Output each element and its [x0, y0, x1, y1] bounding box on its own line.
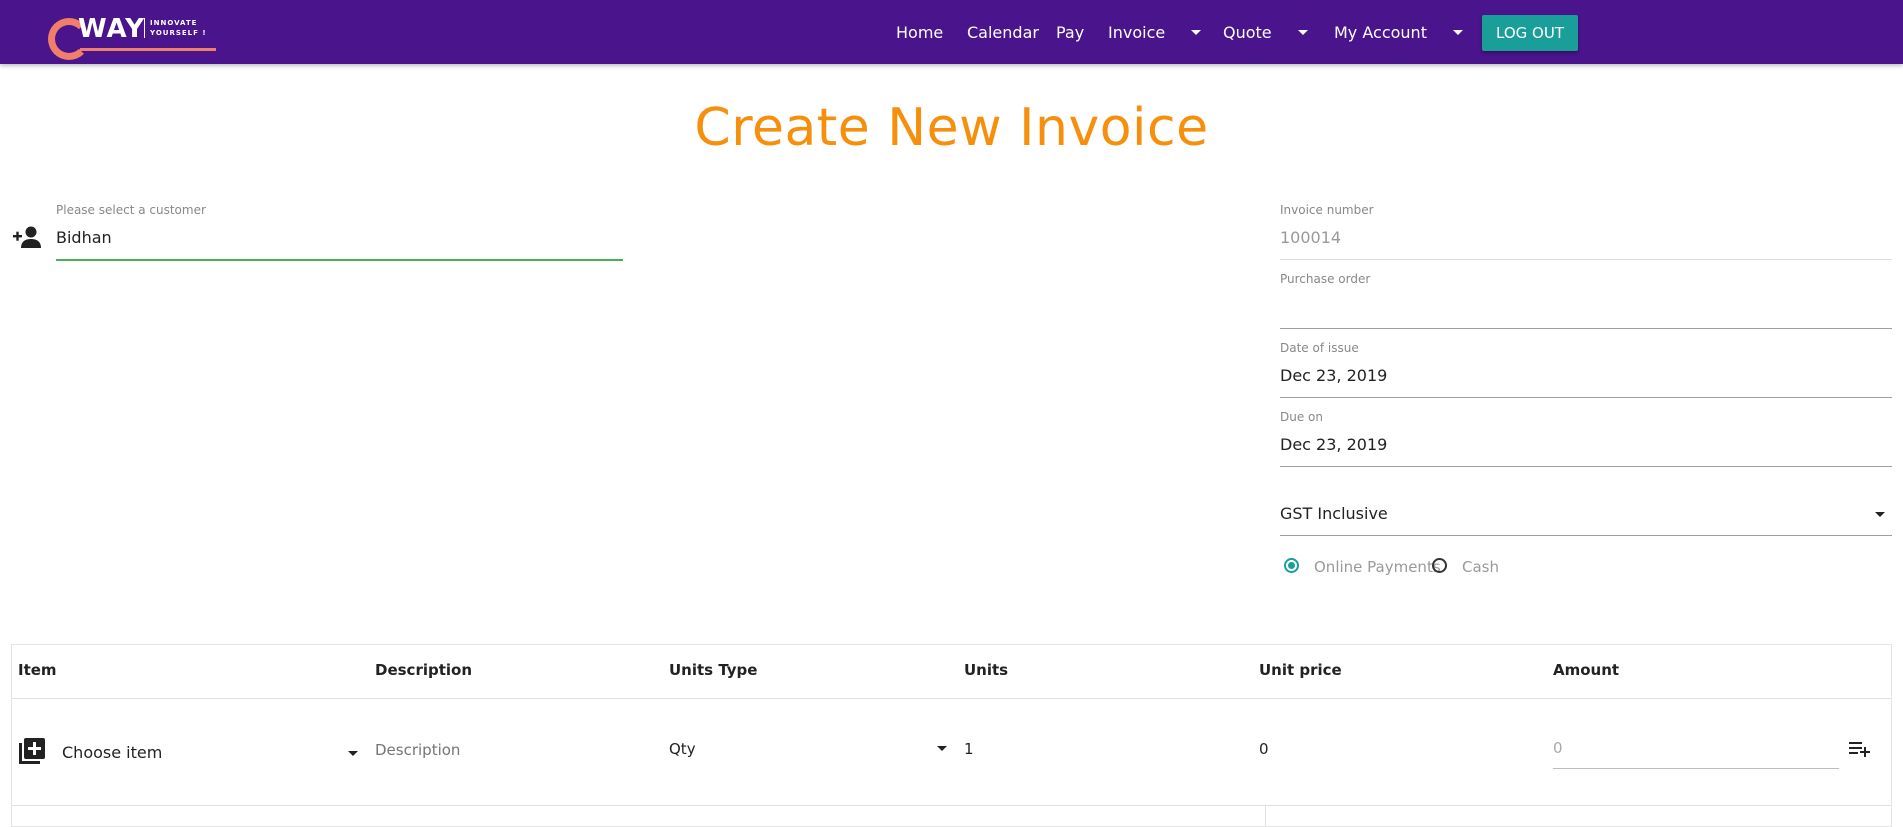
due-on-underline: [1280, 466, 1892, 467]
playlist-add-icon[interactable]: [1849, 741, 1871, 757]
chevron-down-icon[interactable]: [1875, 512, 1885, 517]
purchase-order-label: Purchase order: [1280, 272, 1371, 286]
cash-label[interactable]: Cash: [1462, 558, 1499, 576]
column-header-units-type: Units Type: [669, 661, 758, 679]
date-of-issue-underline: [1280, 397, 1892, 398]
top-navbar: WAY INNOVATE YOURSELF ! Home Calendar Pa…: [0, 0, 1903, 64]
totals-divider: [1265, 805, 1266, 827]
due-on-field[interactable]: Dec 23, 2019: [1280, 435, 1387, 454]
table-header-divider: [11, 698, 1892, 699]
invoice-number-underline: [1280, 259, 1892, 260]
chevron-down-icon[interactable]: [937, 746, 947, 751]
page-title: Create New Invoice: [694, 98, 1209, 158]
cash-radio[interactable]: [1432, 558, 1447, 573]
date-of-issue-field[interactable]: Dec 23, 2019: [1280, 366, 1387, 385]
customer-field-label: Please select a customer: [56, 203, 206, 217]
chevron-down-icon: [1191, 29, 1202, 35]
nav-invoice[interactable]: Invoice: [1108, 0, 1202, 64]
unit-price-field[interactable]: 0: [1259, 740, 1269, 758]
due-on-label: Due on: [1280, 410, 1323, 424]
chevron-down-icon: [1452, 29, 1463, 35]
amount-underline: [1553, 768, 1839, 769]
description-input[interactable]: [375, 739, 635, 761]
date-of-issue-label: Date of issue: [1280, 341, 1359, 355]
column-header-units: Units: [964, 661, 1009, 679]
online-payments-radio[interactable]: [1284, 558, 1299, 573]
chevron-down-icon[interactable]: [348, 751, 358, 756]
purchase-order-underline: [1280, 328, 1892, 329]
logo-underline: [80, 48, 216, 51]
nav-calendar[interactable]: Calendar: [967, 0, 1039, 64]
column-header-item: Item: [18, 661, 57, 679]
customer-input[interactable]: Bidhan: [56, 228, 112, 247]
gst-select-underline: [1280, 535, 1892, 536]
person-add-icon[interactable]: [12, 225, 42, 249]
customer-field-underline: [56, 259, 623, 261]
chevron-down-icon: [1297, 29, 1308, 35]
add-item-box-icon[interactable]: [19, 738, 45, 764]
logo-tagline: INNOVATE YOURSELF !: [144, 18, 214, 38]
gway-logo[interactable]: WAY INNOVATE YOURSELF !: [48, 14, 216, 60]
column-header-description: Description: [375, 661, 473, 679]
invoice-number-field: 100014: [1280, 228, 1342, 247]
invoice-number-label: Invoice number: [1280, 203, 1374, 217]
logout-button[interactable]: LOG OUT: [1482, 15, 1578, 51]
units-field[interactable]: 1: [964, 740, 974, 758]
gst-select[interactable]: GST Inclusive: [1280, 504, 1388, 523]
choose-item-select[interactable]: Choose item: [62, 743, 162, 762]
nav-home[interactable]: Home: [896, 0, 943, 64]
nav-my-account[interactable]: My Account: [1334, 0, 1463, 64]
table-row-divider: [11, 805, 1892, 806]
nav-pay[interactable]: Pay: [1056, 0, 1084, 64]
amount-field: 0: [1553, 739, 1563, 757]
online-payments-label[interactable]: Online Payments: [1314, 558, 1441, 576]
nav-quote[interactable]: Quote: [1223, 0, 1308, 64]
logo-brand: WAY: [78, 14, 145, 44]
units-type-select[interactable]: Qty: [669, 740, 696, 758]
column-header-unit-price: Unit price: [1259, 661, 1342, 679]
column-header-amount: Amount: [1553, 661, 1620, 679]
